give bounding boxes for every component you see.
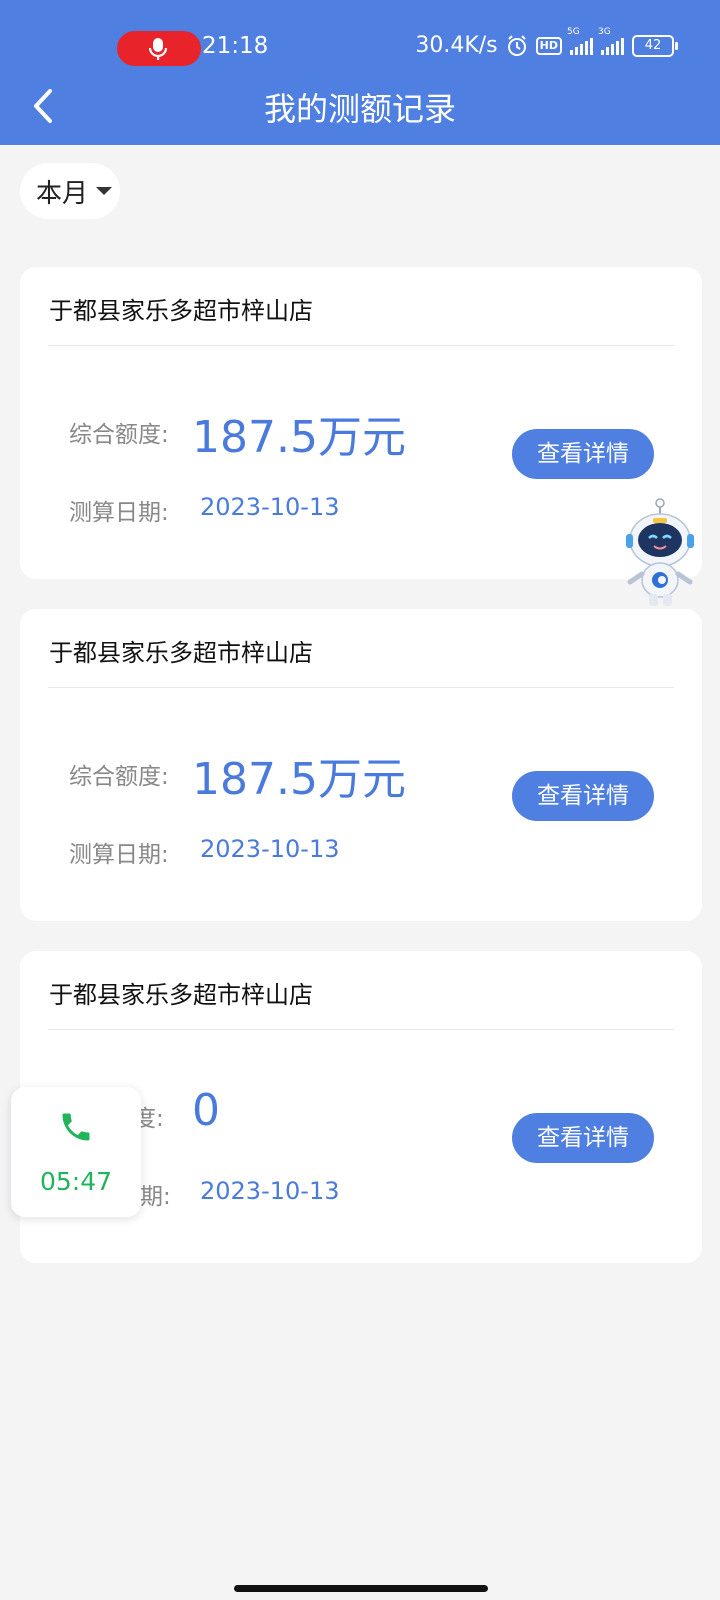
divider	[48, 345, 674, 346]
record-card: 于都县家乐多超市梓山店 综合额度: 187.5万元 测算日期: 2023-10-…	[20, 609, 702, 921]
amount-value: 0	[192, 1085, 220, 1136]
store-name: 于都县家乐多超市梓山店	[49, 297, 313, 325]
caret-down-icon	[96, 187, 113, 195]
home-indicator[interactable]	[234, 1585, 488, 1592]
divider	[48, 1029, 674, 1030]
amount-value: 187.5万元	[192, 412, 406, 463]
date-value: 2023-10-13	[200, 493, 340, 521]
view-detail-button[interactable]: 查看详情	[512, 429, 654, 479]
signal-3g-icon: 3G	[598, 27, 624, 55]
top-bar: 21:18 30.4K/s HD 5G 3G 42 我的测额记录	[0, 0, 720, 145]
view-detail-button[interactable]: 查看详情	[512, 1113, 654, 1163]
amount-label: 综合额度:	[69, 422, 169, 448]
battery-icon: 42	[632, 34, 678, 57]
date-label: 测算日期:	[69, 500, 169, 526]
month-filter-dropdown[interactable]: 本月	[20, 163, 120, 219]
divider	[48, 687, 674, 688]
mic-icon	[148, 38, 168, 60]
phone-icon	[62, 1113, 90, 1141]
view-detail-button[interactable]: 查看详情	[512, 771, 654, 821]
status-icons: 30.4K/s HD 5G 3G 42	[415, 27, 678, 58]
amount-label: 综合额度:	[69, 764, 169, 790]
page-title: 我的测额记录	[263, 90, 456, 128]
date-value: 2023-10-13	[200, 835, 340, 863]
robot-assistant-icon[interactable]	[622, 498, 698, 608]
recording-indicator[interactable]	[117, 31, 201, 66]
date-label: 期:	[140, 1184, 171, 1210]
date-label: 测算日期:	[69, 842, 169, 868]
alarm-icon	[507, 34, 526, 56]
call-duration: 05:47	[39, 1167, 113, 1196]
amount-value: 187.5万元	[192, 754, 406, 805]
filter-label: 本月	[36, 178, 89, 209]
store-name: 于都县家乐多超市梓山店	[49, 639, 313, 667]
signal-5g-icon: 5G	[567, 27, 593, 55]
record-card: 于都县家乐多超市梓山店 综合额度: 187.5万元 测算日期: 2023-10-…	[20, 267, 702, 579]
call-floating-widget[interactable]: 05:47	[11, 1087, 141, 1217]
hd-icon: HD	[535, 36, 562, 55]
date-value: 2023-10-13	[200, 1177, 340, 1205]
store-name: 于都县家乐多超市梓山店	[49, 981, 313, 1009]
net-speed: 30.4K/s	[415, 33, 498, 58]
status-time: 21:18	[202, 33, 269, 59]
